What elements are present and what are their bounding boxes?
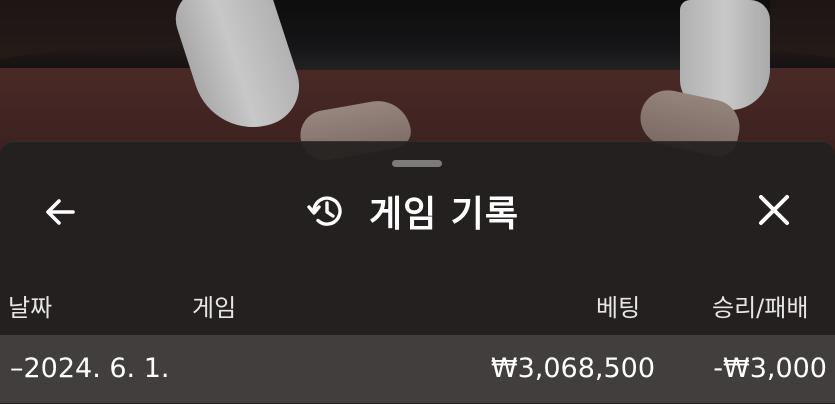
row-result: -₩3,000 — [713, 353, 827, 384]
back-button[interactable] — [38, 192, 82, 236]
column-header-bet: 베팅 — [596, 294, 641, 322]
sheet-header: 게임 기록 — [305, 188, 520, 235]
game-history-sheet: 게임 기록 날짜 게임 베팅 승리/패배 –2024. 6. 1. ₩3,068… — [0, 141, 835, 404]
history-icon — [305, 190, 347, 232]
row-bet: ₩3,068,500 — [490, 353, 655, 384]
close-button[interactable] — [752, 190, 796, 234]
page-title: 게임 기록 — [369, 194, 520, 235]
table-row[interactable]: –2024. 6. 1. ₩3,068,500 -₩3,000 — [0, 335, 835, 403]
column-header-game: 게임 — [192, 294, 237, 322]
close-icon — [754, 190, 794, 234]
row-date: –2024. 6. 1. — [10, 353, 170, 384]
column-header-date: 날짜 — [8, 294, 53, 322]
arrow-left-icon — [40, 192, 80, 236]
column-header-result: 승리/패배 — [712, 294, 809, 322]
drag-handle[interactable] — [392, 160, 442, 167]
